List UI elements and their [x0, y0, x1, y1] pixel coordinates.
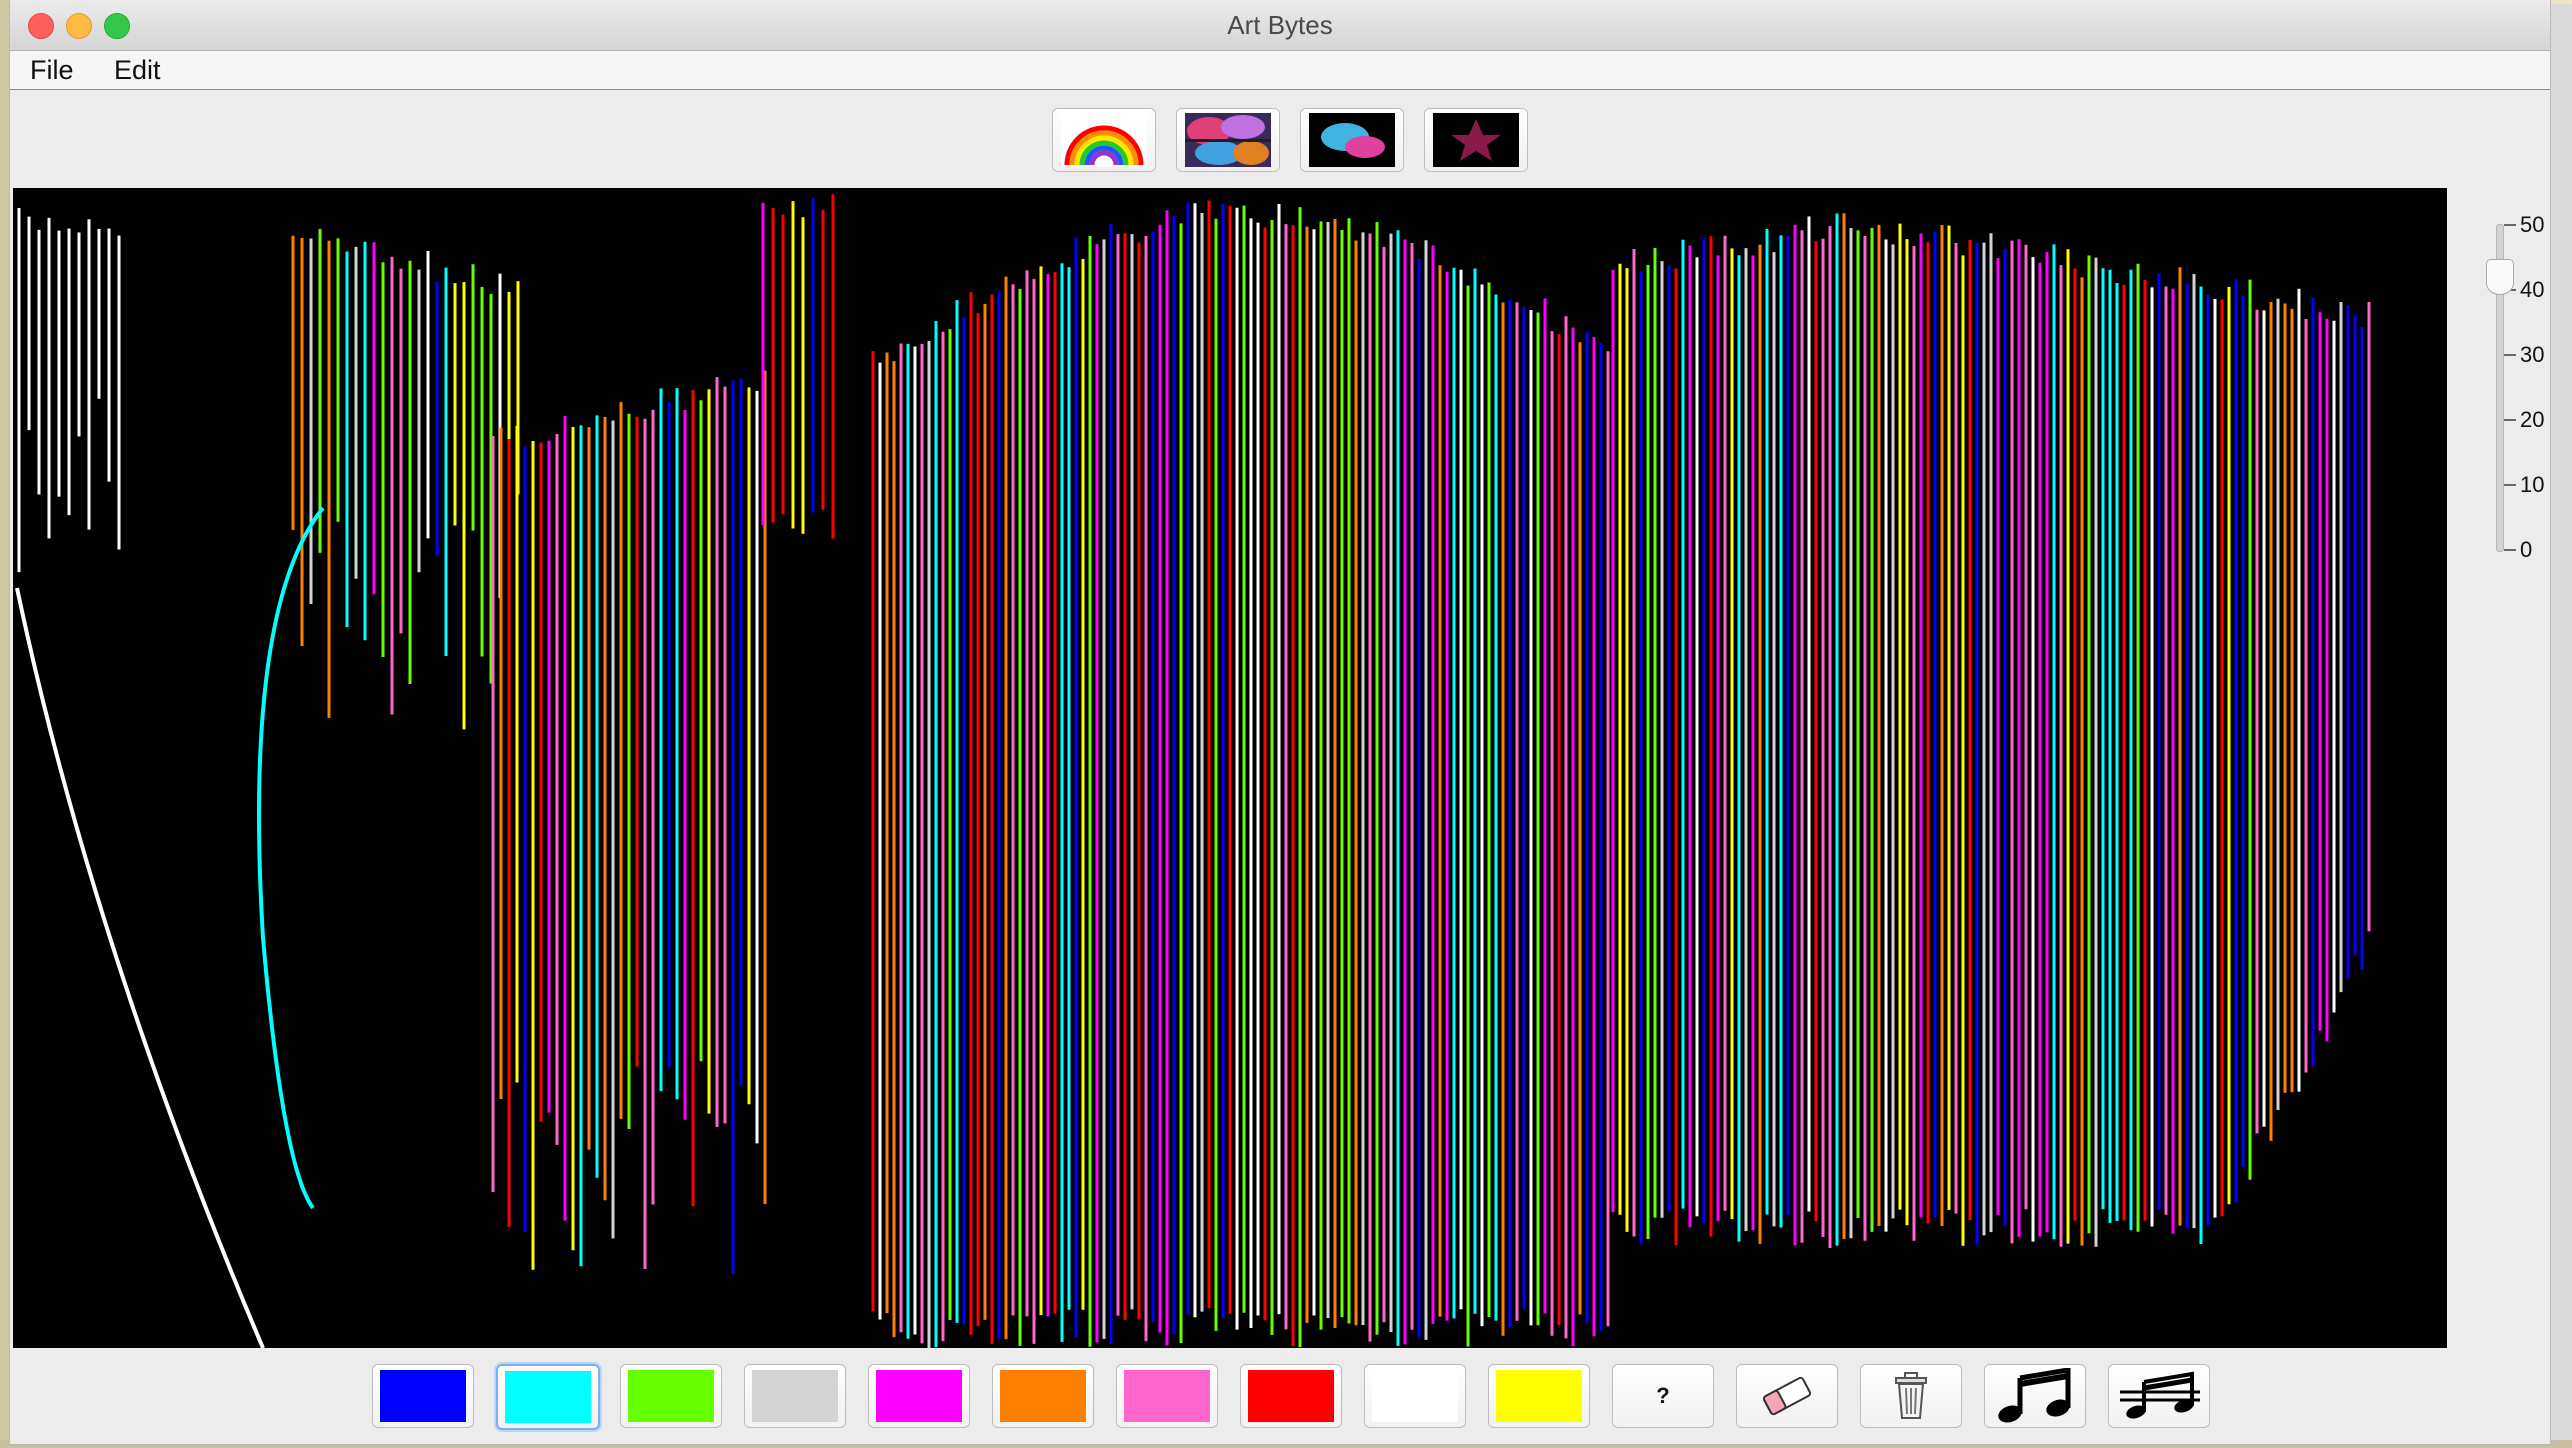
app-window: Art Bytes File Edit 50 40 30 20 10 0 ?: [10, 0, 2550, 1444]
slider-tick: [2504, 484, 2516, 486]
menu-file[interactable]: File: [30, 55, 74, 86]
color-green-button[interactable]: [620, 1364, 722, 1428]
music-notes-icon: [1998, 1368, 2071, 1423]
color-light-gray-button[interactable]: [744, 1364, 846, 1428]
bubble-shapes-button[interactable]: [1300, 108, 1404, 172]
color-swatch: [1372, 1370, 1458, 1422]
slider-tick: [2504, 549, 2516, 551]
color-cyan-button[interactable]: [496, 1364, 600, 1430]
slider-tick: [2504, 419, 2516, 421]
color-yellow-button[interactable]: [1488, 1364, 1590, 1428]
color-orange-button[interactable]: [992, 1364, 1094, 1428]
title-bar: Art Bytes: [10, 0, 2550, 51]
bubbles-icon: [1309, 113, 1395, 167]
slider-tick-label: 50: [2520, 212, 2545, 237]
color-swatch: [876, 1370, 962, 1422]
music-on-button[interactable]: [1984, 1364, 2086, 1428]
color-swatch: [1124, 1370, 1210, 1422]
color-red-button[interactable]: [1240, 1364, 1342, 1428]
menu-edit[interactable]: Edit: [114, 55, 161, 86]
palette-toolbar: ?: [10, 1350, 2550, 1444]
brush-size-slider[interactable]: 50 40 30 20 10 0: [2468, 210, 2548, 570]
slider-tick-label: 20: [2520, 407, 2545, 432]
desktop-edge: [0, 0, 10, 1448]
slider-thumb[interactable]: [2486, 259, 2514, 295]
music-notes-muted-icon: [2120, 1371, 2200, 1419]
color-magenta-button[interactable]: [868, 1364, 970, 1428]
star-stamp-button[interactable]: [1424, 108, 1528, 172]
rainbow-icon: [1061, 113, 1147, 167]
clear-canvas-button[interactable]: [1860, 1364, 1962, 1428]
random-color-label: ?: [1656, 1383, 1670, 1408]
eraser-button[interactable]: [1736, 1364, 1838, 1428]
color-swatch: [628, 1370, 714, 1422]
slider-tick: [2504, 354, 2516, 356]
slider-tick-label: 30: [2520, 342, 2545, 367]
window-title: Art Bytes: [1227, 10, 1333, 40]
color-swatch: [1000, 1370, 1086, 1422]
photo-collage-button[interactable]: [1176, 108, 1280, 172]
eraser-icon: [1762, 1376, 1812, 1416]
canvas-artwork: [15, 194, 2371, 1348]
rainbow-brush-button[interactable]: [1052, 108, 1156, 172]
random-color-button[interactable]: ?: [1612, 1364, 1714, 1428]
music-off-button[interactable]: [2108, 1364, 2210, 1428]
color-swatch: [1248, 1370, 1334, 1422]
slider-tick-label: 40: [2520, 277, 2545, 302]
trash-icon: [1895, 1372, 1927, 1419]
color-swatch: [1496, 1370, 1582, 1422]
color-swatch: [380, 1370, 466, 1422]
menu-bar: File Edit: [10, 51, 2550, 90]
color-swatch: [505, 1371, 591, 1423]
color-pink-button[interactable]: [1116, 1364, 1218, 1428]
slider-tick: [2504, 224, 2516, 226]
star-icon: [1433, 113, 1519, 167]
color-white-button[interactable]: [1364, 1364, 1466, 1428]
collage-icon: [1185, 113, 1271, 167]
color-swatch: [752, 1370, 838, 1422]
slider-tick-label: 0: [2520, 537, 2533, 562]
drawing-canvas[interactable]: [13, 188, 2447, 1348]
slider-tick-label: 10: [2520, 472, 2545, 497]
color-blue-button[interactable]: [372, 1364, 474, 1428]
